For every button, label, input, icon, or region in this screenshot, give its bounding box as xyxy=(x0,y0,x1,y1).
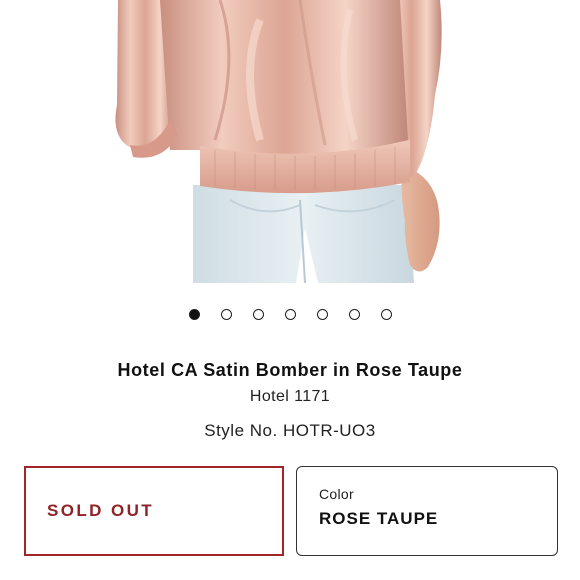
color-value: ROSE TAUPE xyxy=(319,509,439,528)
carousel-dot-3[interactable] xyxy=(252,309,264,320)
carousel-dot-7[interactable] xyxy=(380,309,392,320)
product-photo xyxy=(115,0,442,284)
product-title: Hotel CA Satin Bomber in Rose Taupe xyxy=(117,360,463,380)
product-brand[interactable]: Hotel 1171 xyxy=(0,388,580,406)
color-selector[interactable]: Color ROSE TAUPE xyxy=(296,466,558,556)
sold-out-button: SOLD OUT xyxy=(24,466,284,556)
carousel-dot-6[interactable] xyxy=(348,309,360,320)
product-image[interactable] xyxy=(0,0,580,290)
color-label: Color xyxy=(319,486,354,502)
carousel-dot-1[interactable] xyxy=(188,309,200,320)
carousel-dot-5[interactable] xyxy=(316,309,328,320)
carousel-dots xyxy=(0,309,580,325)
carousel-dot-4[interactable] xyxy=(284,309,296,320)
style-number: Style No. HOTR-UO3 xyxy=(204,421,376,440)
carousel-dot-2[interactable] xyxy=(220,309,232,320)
sold-out-label: SOLD OUT xyxy=(47,501,155,520)
